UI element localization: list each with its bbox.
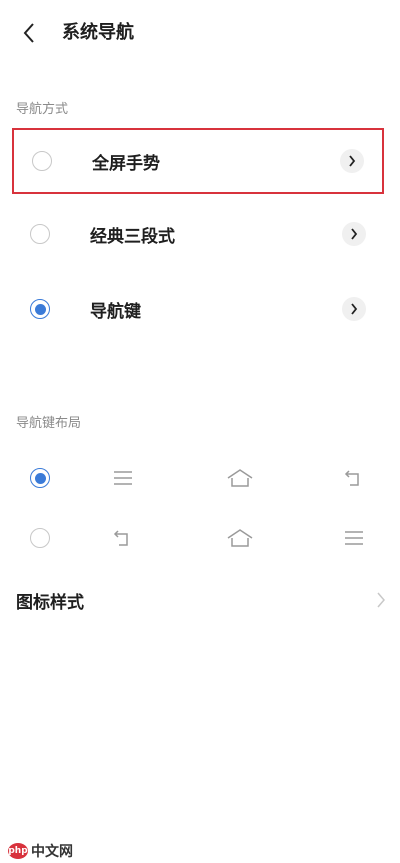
section-label-key-layout: 导航键布局: [16, 416, 82, 431]
radio-layout-2[interactable]: [30, 528, 50, 548]
back-button[interactable]: [14, 18, 44, 48]
section-label-nav-mode: 导航方式: [16, 102, 69, 117]
watermark-text: 中文网: [31, 844, 73, 860]
back-return-icon: [344, 470, 359, 486]
home-icon: [227, 529, 253, 547]
option-label: 经典三段式: [90, 226, 175, 247]
radio-layout-1[interactable]: [30, 468, 50, 488]
watermark: php 中文网: [8, 841, 73, 861]
radio-classic-three[interactable]: [30, 224, 50, 244]
chevron-right-button[interactable]: [340, 149, 364, 173]
chevron-left-icon: [23, 23, 34, 43]
radio-fullscreen-gesture[interactable]: [32, 151, 52, 171]
chevron-right-icon: [349, 155, 356, 167]
nav-option-classic-three[interactable]: 经典三段式: [12, 202, 384, 266]
menu-lines-icon: [345, 531, 363, 545]
chevron-right-button[interactable]: [342, 297, 366, 321]
menu-lines-icon: [114, 471, 132, 485]
option-label: 导航键: [90, 301, 141, 322]
option-label: 全屏手势: [92, 153, 160, 174]
layout-option-1[interactable]: [0, 458, 400, 498]
page-title: 系统导航: [62, 22, 134, 43]
home-icon: [227, 469, 253, 487]
icon-style-label: 图标样式: [16, 593, 84, 613]
chevron-right-button[interactable]: [342, 222, 366, 246]
nav-option-nav-keys[interactable]: 导航键: [12, 277, 384, 341]
header: 系统导航: [0, 0, 400, 64]
php-logo: php: [8, 843, 28, 859]
chevron-right-icon: [377, 592, 385, 608]
layout-option-2[interactable]: [0, 518, 400, 558]
chevron-right-icon: [351, 228, 358, 240]
chevron-right-icon: [351, 303, 358, 315]
radio-nav-keys[interactable]: [30, 299, 50, 319]
back-return-icon: [113, 530, 128, 546]
icon-style-item[interactable]: 图标样式: [0, 580, 400, 620]
nav-option-fullscreen-gesture[interactable]: 全屏手势: [12, 128, 384, 194]
